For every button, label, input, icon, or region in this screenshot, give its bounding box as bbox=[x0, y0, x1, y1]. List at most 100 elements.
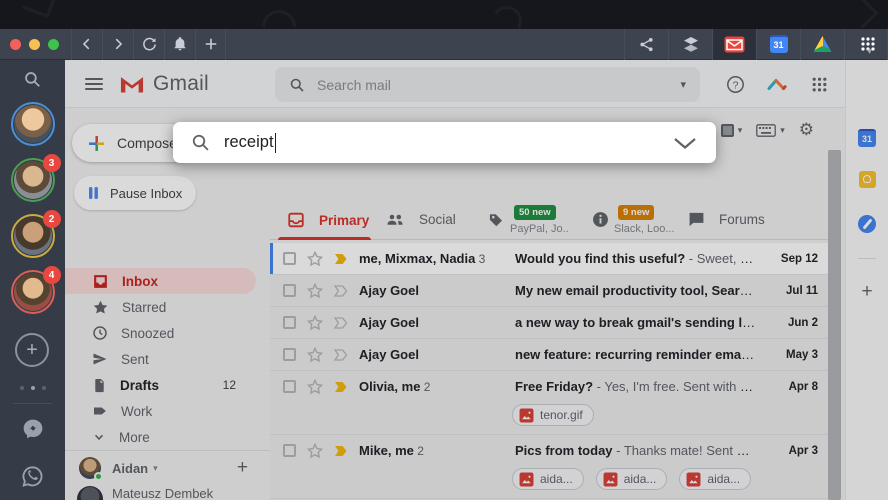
add-addon-button[interactable]: + bbox=[861, 281, 872, 303]
account-avatar[interactable]: 2 bbox=[10, 210, 61, 258]
attachment-chip[interactable]: tenor.gif bbox=[512, 404, 594, 426]
importance-marker[interactable] bbox=[331, 444, 349, 458]
sidebar-item-work[interactable]: Work bbox=[65, 398, 256, 424]
gmail-app-tab[interactable] bbox=[712, 28, 756, 60]
email-checkbox[interactable] bbox=[283, 252, 296, 265]
pause-inbox-button[interactable]: Pause Inbox bbox=[74, 176, 196, 210]
input-tools-button[interactable]: ▾ bbox=[756, 123, 785, 137]
importance-marker[interactable] bbox=[331, 284, 349, 298]
refresh-button[interactable] bbox=[133, 28, 164, 60]
star-toggle[interactable] bbox=[306, 282, 324, 300]
email-checkbox[interactable] bbox=[283, 316, 296, 329]
messenger-app-button[interactable] bbox=[0, 412, 65, 446]
email-row[interactable]: Ajay Goel new feature: recurring reminder… bbox=[270, 339, 828, 371]
star-toggle[interactable] bbox=[306, 378, 324, 396]
tab-updates[interactable]: 9 new Slack, Loo... bbox=[592, 202, 675, 240]
keep-addon-button[interactable] bbox=[857, 169, 877, 189]
share-button[interactable] bbox=[624, 28, 668, 60]
page-dots[interactable] bbox=[0, 386, 65, 390]
search-expand-chevron[interactable] bbox=[672, 136, 698, 150]
gmail-search-bar[interactable]: Search mail ▾ bbox=[275, 67, 700, 102]
tab-promotions[interactable]: 50 new PayPal, Jo.. bbox=[488, 202, 569, 240]
apps-grid-button[interactable] bbox=[806, 71, 832, 97]
hangouts-header[interactable]: Aidan ▾ + bbox=[65, 454, 270, 482]
star-toggle[interactable] bbox=[306, 346, 324, 364]
nav-divider bbox=[65, 450, 270, 451]
tab-primary[interactable]: Primary bbox=[278, 202, 371, 240]
tab-social[interactable]: Social bbox=[385, 202, 456, 240]
nav-item-label: Work bbox=[121, 403, 153, 419]
layers-button[interactable] bbox=[668, 28, 712, 60]
star-toggle[interactable] bbox=[306, 314, 324, 332]
email-checkbox[interactable] bbox=[283, 348, 296, 361]
apps-grid-button[interactable]: ▾ bbox=[844, 28, 888, 60]
email-row[interactable]: Olivia, me 2 Free Friday? - Yes, I'm free… bbox=[270, 371, 828, 435]
star-toggle[interactable] bbox=[306, 442, 324, 460]
importance-marker[interactable] bbox=[331, 252, 349, 266]
page-dot[interactable] bbox=[30, 386, 35, 390]
email-checkbox[interactable] bbox=[283, 444, 296, 457]
star-toggle[interactable] bbox=[306, 250, 324, 268]
settings-gear-button[interactable]: ⚙ bbox=[799, 120, 814, 140]
sidebar-item-drafts[interactable]: Drafts 12 bbox=[65, 372, 256, 398]
image-attachment-icon bbox=[686, 472, 701, 487]
account-avatar[interactable]: 4 bbox=[10, 266, 61, 314]
select-all-control[interactable]: ▾ bbox=[720, 123, 742, 137]
back-button[interactable] bbox=[71, 28, 102, 60]
account-avatar[interactable] bbox=[10, 102, 55, 146]
sidebar-item-inbox[interactable]: Inbox bbox=[65, 268, 256, 294]
shift-logo-button[interactable] bbox=[764, 71, 790, 97]
gmail-logo[interactable]: Gmail bbox=[119, 72, 209, 96]
email-row[interactable]: Ajay Goel a new way to break gmail's send… bbox=[270, 307, 828, 339]
add-account-button[interactable]: + bbox=[15, 333, 49, 367]
sidebar-item-more[interactable]: More bbox=[65, 424, 256, 450]
sidebar-item-snoozed[interactable]: Snoozed bbox=[65, 320, 256, 346]
attachment-chip[interactable]: aida... bbox=[679, 468, 752, 490]
important-filled-icon bbox=[332, 380, 349, 394]
account-list: 3 2 4 bbox=[0, 102, 65, 314]
calendar-app-tab[interactable]: 31 bbox=[756, 28, 800, 60]
minimize-window-button[interactable] bbox=[29, 38, 40, 50]
importance-marker[interactable] bbox=[331, 316, 349, 330]
drive-app-tab[interactable] bbox=[800, 28, 844, 60]
draft-icon bbox=[92, 378, 107, 393]
attachment-chip[interactable]: aida... bbox=[595, 468, 668, 490]
chevron-right-icon bbox=[111, 37, 125, 51]
sidebar-item-starred[interactable]: Starred bbox=[65, 294, 256, 320]
maximize-window-button[interactable] bbox=[48, 38, 59, 50]
notifications-button[interactable] bbox=[164, 28, 195, 60]
email-checkbox[interactable] bbox=[283, 284, 296, 297]
help-button[interactable]: ? bbox=[722, 71, 748, 97]
forward-button[interactable] bbox=[102, 28, 133, 60]
nav-item-label: Drafts bbox=[120, 377, 160, 393]
tab-forums[interactable]: Forums bbox=[688, 202, 765, 240]
attachment-chip[interactable]: aida... bbox=[512, 468, 584, 490]
sidebar-item-sent[interactable]: Sent bbox=[65, 346, 256, 372]
account-avatar[interactable]: 3 bbox=[10, 154, 61, 202]
close-window-button[interactable] bbox=[10, 38, 21, 50]
email-row[interactable]: Mike, me 2 Pics from today - Thanks mate!… bbox=[270, 435, 828, 499]
importance-marker[interactable] bbox=[331, 348, 349, 362]
calendar-addon-button[interactable]: 31 bbox=[857, 128, 877, 148]
search-popup[interactable]: receipt bbox=[173, 122, 716, 163]
page-dot[interactable] bbox=[19, 386, 24, 390]
hangouts-contact[interactable]: Mateusz DembekNahhh man, all good! But t… bbox=[65, 486, 270, 500]
chevron-down-icon: ▾ bbox=[867, 45, 872, 56]
email-row[interactable]: Ajay Goel My new email productivity tool,… bbox=[270, 275, 828, 307]
importance-marker[interactable] bbox=[331, 380, 349, 394]
email-checkbox[interactable] bbox=[283, 380, 296, 393]
page-dot[interactable] bbox=[41, 386, 46, 390]
menu-button[interactable] bbox=[77, 67, 111, 101]
scrollbar-thumb[interactable] bbox=[828, 150, 841, 500]
nav-item-label: Sent bbox=[121, 351, 149, 367]
sidebar-search-button[interactable] bbox=[0, 60, 65, 98]
tasks-addon-button[interactable] bbox=[857, 214, 877, 234]
notification-badge: 3 bbox=[42, 154, 61, 172]
search-query-text[interactable]: receipt bbox=[224, 133, 274, 152]
new-tab-button[interactable] bbox=[195, 28, 226, 60]
whatsapp-app-button[interactable] bbox=[0, 459, 65, 493]
email-row[interactable]: me, Mixmax, Nadia 3 Would you find this u… bbox=[270, 243, 828, 275]
new-conversation-button[interactable]: + bbox=[237, 457, 248, 479]
desktop-glyph bbox=[254, 2, 304, 29]
search-options-caret[interactable]: ▾ bbox=[680, 78, 686, 91]
